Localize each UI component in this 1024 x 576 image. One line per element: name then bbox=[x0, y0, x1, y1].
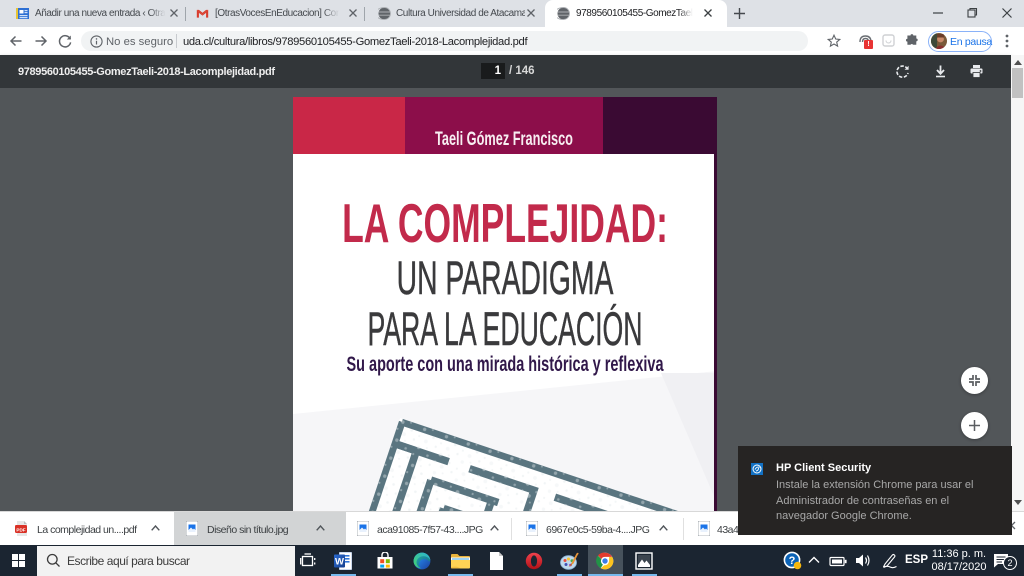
svg-text:PDF: PDF bbox=[16, 527, 25, 532]
svg-text:W: W bbox=[335, 557, 344, 568]
